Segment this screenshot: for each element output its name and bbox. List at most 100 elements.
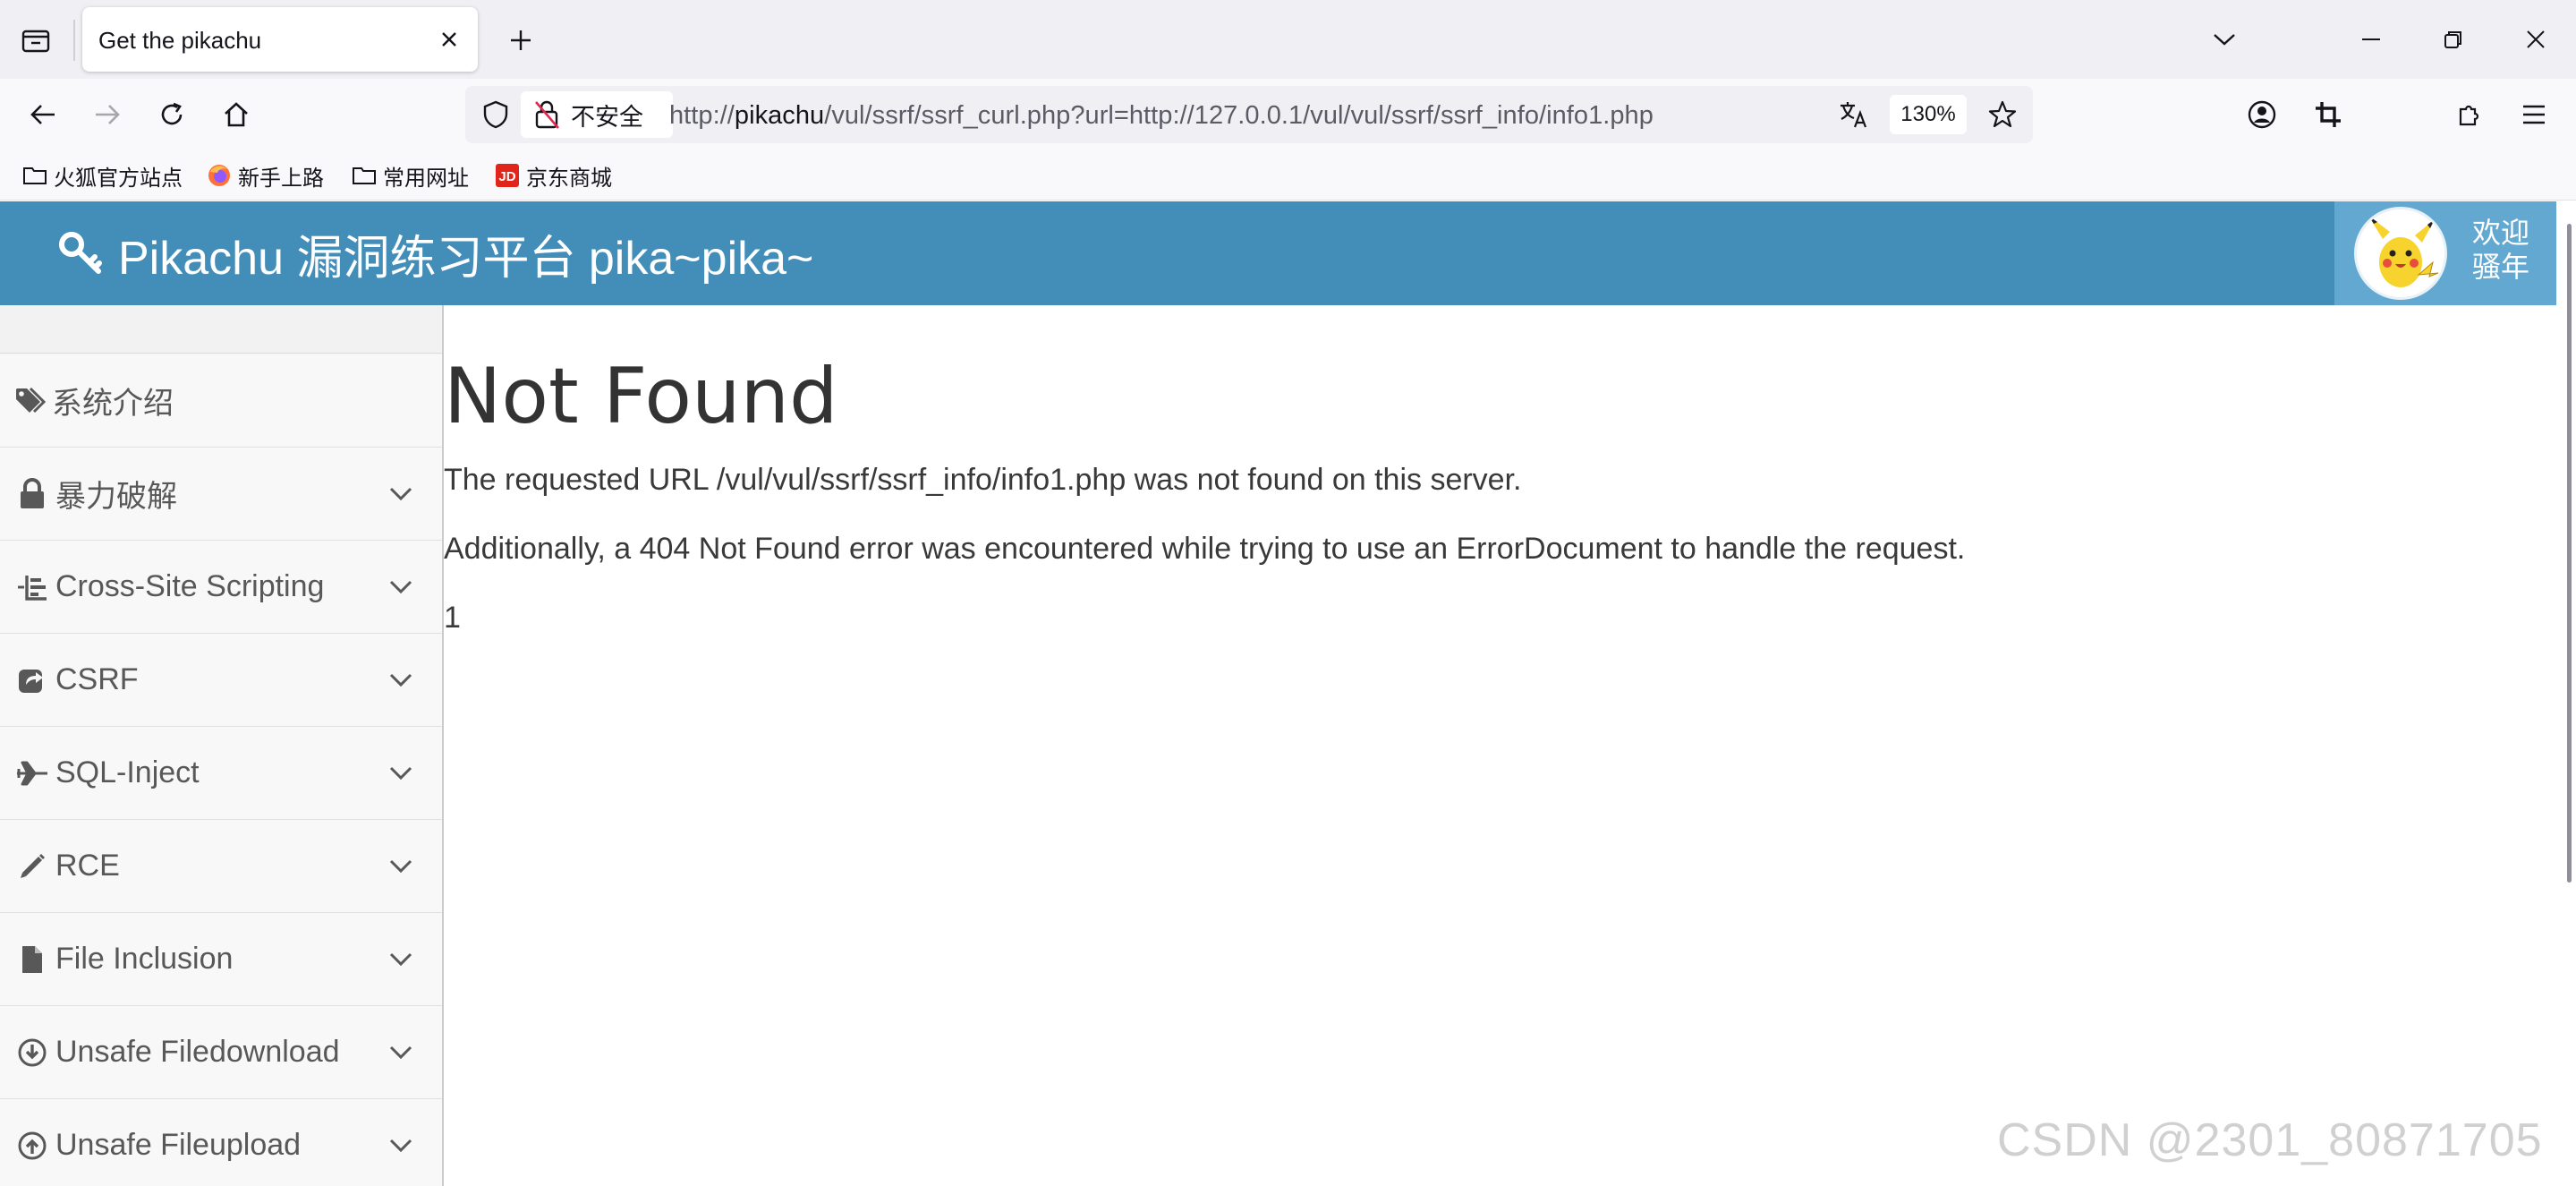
folder-icon: [351, 162, 378, 189]
svg-text:JD: JD: [498, 169, 515, 184]
pencil-icon: [14, 849, 50, 884]
insecure-lock-icon: [531, 98, 562, 131]
url-prefix: http://: [669, 101, 735, 130]
pikachu-avatar: [2354, 207, 2447, 300]
sidebar-item-intro[interactable]: 系统介绍: [0, 354, 442, 448]
extensions-puzzle-icon[interactable]: [2446, 91, 2493, 138]
chevron-down-icon: [387, 852, 415, 881]
page-scrollbar-track[interactable]: [2556, 201, 2576, 1186]
sidebar-item-label: RCE: [55, 849, 120, 883]
url-host: pikachu: [734, 101, 825, 130]
bookmark-item[interactable]: 常用网址: [351, 159, 469, 192]
sidebar-item-unsafe-fileupload[interactable]: Unsafe Fileupload: [0, 1099, 442, 1186]
download-circle-icon: [14, 1035, 50, 1071]
close-tab-icon[interactable]: [433, 23, 465, 55]
brand-title: Pikachu 漏洞练习平台 pika~pika~: [118, 232, 814, 285]
bookmark-label: 京东商城: [526, 166, 612, 191]
url-path: /vul/ssrf/ssrf_curl.php?url=http://127.0…: [824, 101, 1654, 130]
browser-navigation-bar: 不安全 http://pikachu/vul/ssrf/ssrf_curl.ph…: [0, 79, 2576, 150]
connection-insecure-indicator[interactable]: 不安全: [521, 91, 673, 138]
share-icon: [14, 662, 50, 698]
page-scrollbar-thumb[interactable]: [2567, 224, 2572, 883]
sidebar-item-file-inclusion[interactable]: File Inclusion: [0, 913, 442, 1006]
folder-icon: [21, 162, 48, 189]
tab-list-icon[interactable]: [13, 20, 59, 61]
zoom-level-button[interactable]: 130%: [1890, 95, 1967, 134]
tab-overflow-chevron-icon[interactable]: [2198, 14, 2251, 64]
firefox-icon: [206, 162, 233, 189]
sidebar-item-csrf[interactable]: CSRF: [0, 634, 442, 727]
translate-icon[interactable]: [1834, 95, 1874, 134]
bookmark-label: 常用网址: [383, 166, 469, 191]
bookmark-label: 新手上路: [238, 166, 324, 191]
back-arrow-icon[interactable]: [20, 91, 66, 138]
sidebar-item-bruteforce[interactable]: 暴力破解: [0, 448, 442, 541]
url-text[interactable]: http://pikachu/vul/ssrf/ssrf_curl.php?ur…: [669, 101, 1654, 131]
sidebar-item-unsafe-filedownload[interactable]: Unsafe Filedownload: [0, 1006, 442, 1099]
sidebar: 系统介绍 暴力破解 Cross-Site Scripting CSRF SQL-…: [0, 305, 444, 1186]
error-title: Not Found: [444, 352, 838, 441]
tracking-protection-shield-icon[interactable]: [476, 95, 515, 134]
lock-icon: [14, 476, 50, 512]
sidebar-item-label: 系统介绍: [52, 387, 174, 421]
error-message: The requested URL /vul/vul/ssrf/ssrf_inf…: [444, 463, 1522, 497]
chevron-down-icon: [387, 573, 415, 602]
key-icon: [55, 228, 106, 278]
site-header: Pikachu 漏洞练习平台 pika~pika~ 欢迎 骚年: [0, 201, 2576, 305]
sidebar-item-label: 暴力破解: [55, 480, 177, 514]
new-tab-icon[interactable]: [499, 20, 542, 61]
sidebar-item-xss[interactable]: Cross-Site Scripting: [0, 541, 442, 634]
file-icon: [14, 942, 50, 977]
browser-tab-active[interactable]: Get the pikachu: [82, 7, 478, 72]
bookmark-item[interactable]: JD 京东商城: [494, 159, 612, 192]
tags-icon: [14, 383, 50, 419]
response-output: 1: [444, 601, 461, 635]
welcome-line-1: 欢迎: [2472, 217, 2530, 249]
reload-icon[interactable]: [149, 91, 195, 138]
tab-separator: [73, 20, 75, 61]
sidebar-shortcuts-bar: [0, 305, 442, 354]
csdn-watermark: CSDN @2301_80871705: [1997, 1114, 2543, 1166]
bookmark-label: 火狐官方站点: [54, 166, 183, 191]
sidebar-item-rce[interactable]: RCE: [0, 820, 442, 913]
url-bar[interactable]: 不安全 http://pikachu/vul/ssrf/ssrf_curl.ph…: [465, 86, 2033, 143]
minimize-icon[interactable]: [2344, 14, 2398, 64]
user-menu[interactable]: 欢迎 骚年: [2334, 201, 2556, 305]
sidebar-item-sqli[interactable]: SQL-Inject: [0, 727, 442, 820]
sidebar-item-label: Unsafe Filedownload: [55, 1035, 340, 1069]
welcome-line-2: 骚年: [2472, 251, 2530, 283]
main-content: Not Found The requested URL /vul/vul/ssr…: [444, 305, 2556, 1186]
sidebar-item-label: SQL-Inject: [55, 755, 200, 789]
jd-icon: JD: [494, 162, 521, 189]
chevron-down-icon: [387, 1038, 415, 1067]
sidebar-item-label: File Inclusion: [55, 942, 234, 976]
error-detail: Additionally, a 404 Not Found error was …: [444, 532, 1966, 566]
bookmark-item[interactable]: 新手上路: [206, 159, 324, 192]
crop-screenshot-icon[interactable]: [2305, 91, 2351, 138]
welcome-text: 欢迎 骚年: [2472, 216, 2529, 284]
insecure-label: 不安全: [571, 103, 643, 131]
upload-circle-icon: [14, 1128, 50, 1164]
chevron-down-icon: [387, 666, 415, 695]
browser-tab-bar: Get the pikachu: [0, 0, 2576, 79]
chevron-down-icon: [387, 480, 415, 508]
restore-icon[interactable]: [2427, 14, 2480, 64]
site-brand[interactable]: Pikachu 漏洞练习平台 pika~pika~: [55, 223, 814, 285]
xss-icon: [14, 569, 50, 605]
forward-arrow-icon[interactable]: [84, 91, 131, 138]
sidebar-item-label: CSRF: [55, 662, 139, 696]
chevron-down-icon: [387, 759, 415, 788]
chevron-down-icon: [387, 945, 415, 974]
sidebar-item-label: Unsafe Fileupload: [55, 1128, 302, 1162]
bookmark-star-icon[interactable]: [1981, 93, 2024, 136]
chevron-down-icon: [387, 1131, 415, 1160]
menu-hamburger-icon[interactable]: [2511, 91, 2557, 138]
account-icon[interactable]: [2239, 91, 2285, 138]
home-icon[interactable]: [213, 91, 259, 138]
sidebar-item-label: Cross-Site Scripting: [55, 569, 325, 603]
bookmark-item[interactable]: 火狐官方站点: [21, 159, 183, 192]
close-window-icon[interactable]: [2509, 14, 2563, 64]
tab-title: Get the pikachu: [98, 27, 262, 54]
bookmarks-toolbar: 火狐官方站点 新手上路 常用网址 JD 京东商城: [0, 150, 2576, 201]
plane-icon: [14, 755, 50, 791]
